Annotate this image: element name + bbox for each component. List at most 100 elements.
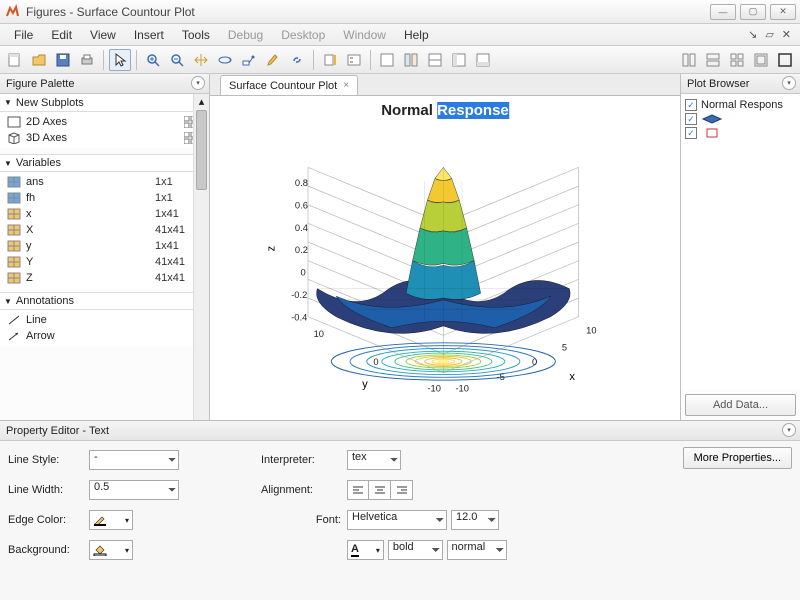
- insert-legend-icon[interactable]: [343, 49, 365, 71]
- variable-item[interactable]: fh1x1: [0, 190, 209, 206]
- menu-help[interactable]: Help: [396, 26, 437, 44]
- figure-palette-panel: Figure Palette ▾ ▼New Subplots 2D Axes ▸…: [0, 74, 210, 420]
- variable-item[interactable]: ans1x1: [0, 174, 209, 190]
- interpreter-label: Interpreter:: [261, 454, 341, 466]
- font-family-select[interactable]: Helvetica: [347, 510, 447, 530]
- visibility-checkbox[interactable]: ✓: [685, 127, 697, 139]
- layout-b-icon[interactable]: [448, 49, 470, 71]
- tab-close-icon[interactable]: ×: [343, 80, 349, 91]
- annotations-header[interactable]: ▼Annotations: [0, 292, 209, 310]
- panel-menu-icon[interactable]: ▾: [782, 76, 796, 90]
- tile-1-icon[interactable]: [678, 49, 700, 71]
- menu-desktop[interactable]: Desktop: [273, 26, 333, 44]
- annotation-line-item[interactable]: Line: [0, 312, 209, 328]
- svg-text:0.4: 0.4: [295, 223, 308, 233]
- maximize-button[interactable]: ▢: [740, 4, 766, 20]
- interpreter-select[interactable]: tex: [347, 450, 401, 470]
- font-size-select[interactable]: 12.0: [451, 510, 499, 530]
- line-style-select[interactable]: -: [89, 450, 179, 470]
- visibility-checkbox[interactable]: ✓: [685, 99, 697, 111]
- figure-canvas[interactable]: Normal Response: [210, 96, 680, 420]
- axes2d-item[interactable]: 2D Axes ▸: [0, 114, 209, 130]
- line-width-select[interactable]: 0.5: [89, 480, 179, 500]
- maximize-doc-icon[interactable]: [774, 49, 796, 71]
- save-icon[interactable]: [52, 49, 74, 71]
- line-style-label: Line Style:: [8, 454, 83, 466]
- window-titlebar: Figures - Surface Countour Plot — ▢ ✕: [0, 0, 800, 24]
- insert-colorbar-icon[interactable]: [319, 49, 341, 71]
- menu-tools[interactable]: Tools: [174, 26, 218, 44]
- close-button[interactable]: ✕: [770, 4, 796, 20]
- variable-icon: [6, 272, 22, 284]
- new-subplots-header[interactable]: ▼New Subplots: [0, 94, 209, 112]
- annotation-arrow-item[interactable]: Arrow: [0, 328, 209, 344]
- document-tabs: Surface Countour Plot ×: [210, 74, 680, 96]
- menu-file[interactable]: File: [6, 26, 41, 44]
- menu-view[interactable]: View: [82, 26, 124, 44]
- menu-window[interactable]: Window: [335, 26, 394, 44]
- tile-4-icon[interactable]: [750, 49, 772, 71]
- plot-browser-item[interactable]: ✓: [685, 126, 796, 140]
- align-center-button[interactable]: [369, 480, 391, 500]
- align-left-button[interactable]: [347, 480, 369, 500]
- layout-c-icon[interactable]: [472, 49, 494, 71]
- layout-a-icon[interactable]: [424, 49, 446, 71]
- minimize-button[interactable]: —: [710, 4, 736, 20]
- variables-header[interactable]: ▼Variables: [0, 154, 209, 172]
- menu-debug[interactable]: Debug: [220, 26, 271, 44]
- variable-item[interactable]: Z41x41: [0, 270, 209, 286]
- link-plots-icon[interactable]: [286, 49, 308, 71]
- plot-browser-panel: Plot Browser ▾ ✓ Normal Respons ✓ ✓ Add …: [680, 74, 800, 420]
- panel-menu-icon[interactable]: ▾: [782, 423, 796, 437]
- alignment-label: Alignment:: [261, 484, 341, 496]
- tile-2-icon[interactable]: [702, 49, 724, 71]
- menu-edit[interactable]: Edit: [43, 26, 80, 44]
- line-icon: [6, 314, 22, 326]
- svg-text:-0.4: -0.4: [291, 312, 307, 322]
- panel-menu-icon[interactable]: ▾: [191, 76, 205, 90]
- dock-undock-icon[interactable]: ↘: [745, 28, 760, 41]
- pointer-tool-icon[interactable]: [109, 49, 131, 71]
- align-right-button[interactable]: [391, 480, 413, 500]
- axes-3d[interactable]: 0.80.60.4 0.20-0.2-0.4 100-10 -10-50510 …: [236, 130, 660, 410]
- font-color-icon: A: [351, 543, 359, 557]
- svg-text:10: 10: [586, 325, 596, 335]
- variable-item[interactable]: x1x41: [0, 206, 209, 222]
- figure-palette-title-text: Figure Palette: [6, 78, 74, 90]
- zoom-out-icon[interactable]: [166, 49, 188, 71]
- new-figure-icon[interactable]: [4, 49, 26, 71]
- tile-3-icon[interactable]: [726, 49, 748, 71]
- font-angle-select[interactable]: normal: [447, 540, 507, 560]
- pan-icon[interactable]: [190, 49, 212, 71]
- plot-browser-item[interactable]: ✓: [685, 112, 796, 126]
- doc-close-icon[interactable]: ✕: [779, 28, 794, 41]
- hide-tools-icon[interactable]: [376, 49, 398, 71]
- figure-toolbar: [0, 46, 800, 74]
- font-color-picker[interactable]: A▾: [347, 540, 384, 560]
- figure-title[interactable]: Normal Response: [381, 102, 509, 119]
- font-weight-select[interactable]: bold: [388, 540, 443, 560]
- visibility-checkbox[interactable]: ✓: [685, 113, 697, 125]
- svg-text:10: 10: [314, 329, 324, 339]
- show-tools-icon[interactable]: [400, 49, 422, 71]
- variable-item[interactable]: X41x41: [0, 222, 209, 238]
- print-icon[interactable]: [76, 49, 98, 71]
- add-data-button[interactable]: Add Data...: [685, 394, 796, 416]
- rotate3d-icon[interactable]: [214, 49, 236, 71]
- palette-scrollbar[interactable]: ▴: [193, 94, 209, 420]
- brush-icon[interactable]: [262, 49, 284, 71]
- axes3d-item[interactable]: 3D Axes ▸: [0, 130, 209, 146]
- variable-item[interactable]: y1x41: [0, 238, 209, 254]
- background-color-picker[interactable]: ▾: [89, 540, 133, 560]
- svg-text:0.6: 0.6: [295, 200, 308, 210]
- variable-item[interactable]: Y41x41: [0, 254, 209, 270]
- datacursor-icon[interactable]: [238, 49, 260, 71]
- doc-max-icon[interactable]: ▱: [762, 28, 776, 41]
- open-icon[interactable]: [28, 49, 50, 71]
- document-tab[interactable]: Surface Countour Plot ×: [220, 75, 358, 95]
- zoom-in-icon[interactable]: [142, 49, 164, 71]
- plot-browser-item[interactable]: ✓ Normal Respons: [685, 98, 796, 112]
- more-properties-button[interactable]: More Properties...: [683, 447, 792, 469]
- menu-insert[interactable]: Insert: [126, 26, 172, 44]
- edge-color-picker[interactable]: ▾: [89, 510, 133, 530]
